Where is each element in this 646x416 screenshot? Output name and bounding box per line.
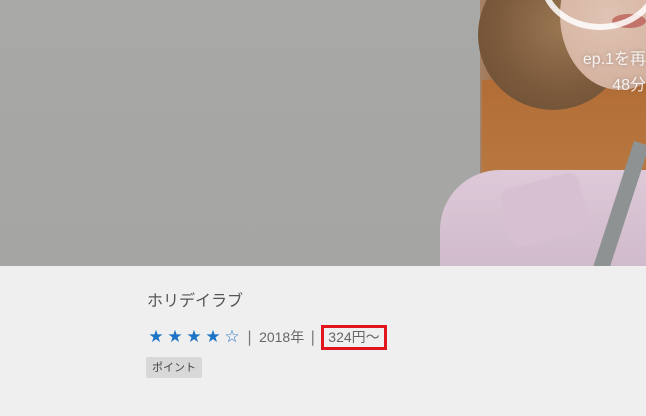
star-empty-icon: ☆ (224, 327, 240, 347)
star-icon: ★ (186, 327, 202, 347)
background-wall (0, 0, 480, 266)
play-episode-label[interactable]: ep.1を再 (583, 49, 646, 71)
separator: | (310, 328, 316, 346)
rating-stars: ★ ★ ★ ★ ☆ (147, 327, 241, 347)
separator: | (247, 328, 253, 346)
star-icon: ★ (167, 327, 183, 347)
star-icon: ★ (205, 327, 221, 347)
meta-row: ★ ★ ★ ★ ☆ | 2018年 | 324円〜 (147, 324, 387, 350)
title[interactable]: ホリデイラブ (147, 287, 243, 311)
point-badge: ポイント (146, 357, 202, 378)
price-label: 324円〜 (321, 324, 387, 350)
thumbnail-image[interactable]: ep.1を再 48分 (0, 0, 646, 266)
star-icon: ★ (148, 327, 164, 347)
duration-label: 48分 (612, 77, 646, 94)
release-year: 2018年 (259, 329, 305, 345)
